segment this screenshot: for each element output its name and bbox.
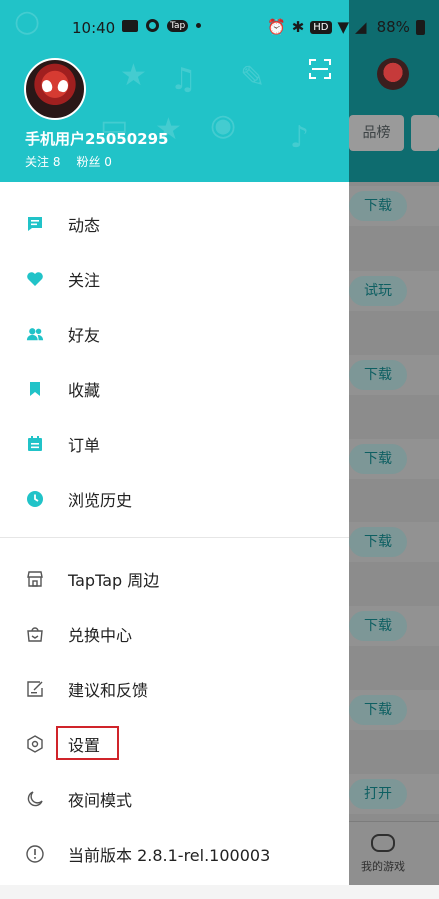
background-trial-button: 试玩 [349, 276, 407, 306]
menu-item-taptap-merch[interactable]: TapTap 周边 [0, 551, 349, 606]
clock-icon [26, 490, 44, 508]
menu-item-night-mode[interactable]: 夜间模式 [0, 771, 349, 826]
background-bottom-nav: 我的游戏 [349, 821, 439, 885]
background-download-button: 下载 [349, 444, 407, 474]
menu-item-label: 订单 [68, 435, 101, 455]
menu-item-orders[interactable]: 订单 [0, 416, 349, 471]
username[interactable]: 手机用户25050295 [25, 128, 169, 149]
background-avatar [377, 58, 409, 90]
tap-notification-icon: Tap [167, 19, 189, 32]
signal-icon: ◢ [355, 18, 367, 36]
menu-item-label: 动态 [68, 215, 101, 235]
decor-icon: ✎ [240, 60, 266, 95]
feed-icon [26, 215, 44, 233]
gamepad-icon [371, 834, 395, 852]
profile-stats: 关注 8 粉丝 0 [25, 153, 112, 170]
background-app: 品榜 下载 试玩 下载 下载 下载 下载 下载 打开 我的游戏 [349, 0, 439, 899]
moon-icon [26, 790, 44, 808]
background-tab: 品榜 [349, 115, 404, 151]
decor-icon: ♫ [170, 62, 197, 97]
hd-icon: HD [310, 20, 332, 34]
feedback-icon [26, 680, 44, 698]
background-tab-2 [411, 115, 439, 151]
menu-item-redeem-center[interactable]: 兑换中心 [0, 606, 349, 661]
bluetooth-icon: ✱ [291, 18, 305, 36]
menu-item-version[interactable]: 当前版本 2.8.1-rel.100003 [0, 826, 349, 881]
menu-item-label: TapTap 周边 [68, 570, 160, 590]
menu-item-friends[interactable]: 好友 [0, 306, 349, 361]
secondary-menu: TapTap 周边 兑换中心 建议和反馈 设置 夜间模式 当前版本 2.8.1-… [0, 551, 349, 881]
menu-item-label: 浏览历史 [68, 490, 133, 510]
info-icon [26, 844, 44, 863]
menu-item-feedback[interactable]: 建议和反馈 [0, 661, 349, 716]
avatar[interactable] [24, 58, 86, 120]
more-notifications-icon [196, 23, 202, 28]
orders-icon [26, 435, 44, 453]
background-nav-label: 我的游戏 [361, 860, 405, 873]
menu-divider [0, 537, 349, 538]
store-icon [26, 570, 44, 588]
scan-icon[interactable] [309, 58, 331, 80]
record-icon [146, 19, 159, 32]
battery-icon [415, 19, 425, 35]
menu-item-label: 建议和反馈 [68, 680, 149, 700]
menu-item-label: 夜间模式 [68, 790, 133, 810]
decor-icon: ♪ [290, 120, 310, 155]
menu-item-label: 收藏 [68, 380, 101, 400]
battery-level: 88% [376, 18, 410, 36]
fans-count[interactable]: 粉丝 0 [76, 153, 111, 170]
menu-item-feed[interactable]: 动态 [0, 196, 349, 251]
background-download-button: 下载 [349, 695, 407, 725]
bag-icon [26, 625, 44, 643]
status-time: 10:40 [72, 19, 116, 37]
following-count[interactable]: 关注 8 [25, 153, 60, 170]
menu-item-label: 好友 [68, 325, 101, 345]
background-download-button: 下载 [349, 611, 407, 641]
message-icon [122, 19, 138, 32]
heart-icon [26, 270, 44, 288]
menu-item-settings[interactable]: 设置 [0, 716, 349, 771]
wifi-icon: ▼ [337, 18, 350, 36]
bookmark-icon [26, 380, 44, 398]
decor-icon: ★ [120, 58, 147, 93]
status-bar: 10:40 Tap ⏰ ✱ HD ▼ ◢ 88% [0, 0, 439, 58]
menu-item-label: 关注 [68, 270, 101, 290]
settings-icon [26, 734, 44, 753]
background-download-button: 下载 [349, 191, 407, 221]
background-open-button: 打开 [349, 779, 407, 809]
primary-menu: 动态 关注 好友 收藏 订单 浏览历史 [0, 196, 349, 526]
menu-item-history[interactable]: 浏览历史 [0, 471, 349, 526]
menu-item-label: 当前版本 2.8.1-rel.100003 [68, 845, 271, 865]
system-nav-bar [0, 885, 439, 899]
navigation-drawer: ○ ★ ♫ ✎ ★ ◉ ▭ ♪ 手机用户25050295 关注 8 粉丝 0 动… [0, 0, 349, 899]
menu-item-favorites[interactable]: 收藏 [0, 361, 349, 416]
alarm-icon: ⏰ [267, 18, 286, 36]
menu-item-follow[interactable]: 关注 [0, 251, 349, 306]
friends-icon [26, 325, 44, 343]
menu-item-label: 兑换中心 [68, 625, 133, 645]
menu-item-label: 设置 [68, 735, 101, 755]
decor-icon: ◉ [210, 108, 237, 143]
background-download-button: 下载 [349, 527, 407, 557]
background-download-button: 下载 [349, 360, 407, 390]
